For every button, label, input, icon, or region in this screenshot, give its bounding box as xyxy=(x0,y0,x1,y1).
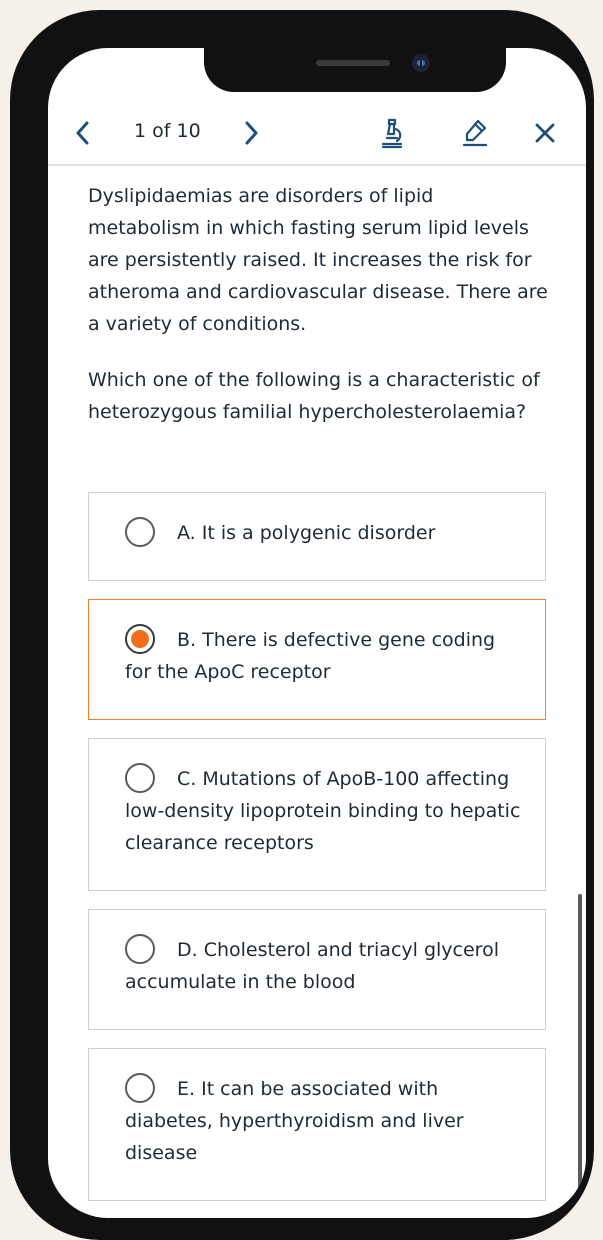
highlight-button[interactable] xyxy=(458,116,492,150)
question-counter: 1 of 10 xyxy=(134,120,201,142)
radio-button[interactable] xyxy=(125,763,155,793)
answer-option-label: D. Cholesterol and triacyl glycerol accu… xyxy=(125,939,499,993)
answer-option-c[interactable]: C. Mutations of ApoB-100 affecting low-d… xyxy=(88,738,546,891)
question-header: 1 of 10 xyxy=(48,108,586,164)
answer-option-a[interactable]: A. It is a polygenic disorder xyxy=(88,492,546,581)
header-divider xyxy=(48,164,586,166)
notch xyxy=(204,48,506,92)
screen: 1 of 10 Dyslipidaemias are disorders of … xyxy=(48,48,586,1218)
phone-frame: 1 of 10 Dyslipidaemias are disorders of … xyxy=(10,10,594,1240)
scrollbar[interactable] xyxy=(578,894,582,1194)
camera-icon xyxy=(412,54,430,72)
answer-option-e[interactable]: E. It can be associated with diabetes, h… xyxy=(88,1048,546,1201)
chevron-left-icon xyxy=(76,121,89,145)
microscope-icon xyxy=(381,118,403,149)
lab-values-button[interactable] xyxy=(375,116,409,150)
question-stem: Dyslipidaemias are disorders of lipid me… xyxy=(88,185,548,335)
answer-option-d[interactable]: D. Cholesterol and triacyl glycerol accu… xyxy=(88,909,546,1030)
speaker-grille xyxy=(316,60,390,66)
highlighter-icon xyxy=(462,119,488,147)
close-button[interactable] xyxy=(528,116,562,150)
chevron-right-icon xyxy=(245,121,258,145)
radio-button-selected[interactable] xyxy=(125,624,155,654)
answer-option-label: E. It can be associated with diabetes, h… xyxy=(125,1078,464,1164)
answer-option-label: C. Mutations of ApoB-100 affecting low-d… xyxy=(125,768,521,854)
question-content: Dyslipidaemias are disorders of lipid me… xyxy=(88,180,548,428)
radio-button[interactable] xyxy=(125,934,155,964)
answer-options: A. It is a polygenic disorder B. There i… xyxy=(88,492,546,1201)
question-prompt: Which one of the following is a characte… xyxy=(88,369,540,423)
previous-question-button[interactable] xyxy=(68,118,98,148)
answer-option-label: A. It is a polygenic disorder xyxy=(177,522,436,544)
close-icon xyxy=(535,123,555,143)
answer-option-b[interactable]: B. There is defective gene coding for th… xyxy=(88,599,546,720)
radio-button[interactable] xyxy=(125,1073,155,1103)
answer-option-label: B. There is defective gene coding for th… xyxy=(125,629,496,683)
next-question-button[interactable] xyxy=(236,118,266,148)
radio-button[interactable] xyxy=(125,517,155,547)
